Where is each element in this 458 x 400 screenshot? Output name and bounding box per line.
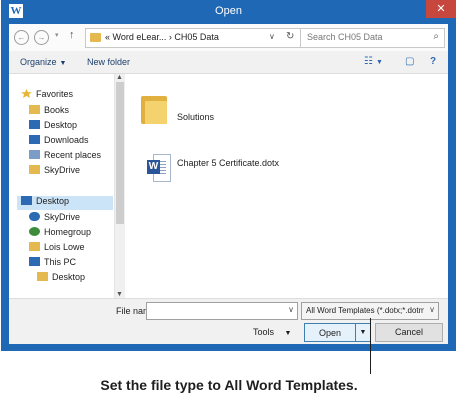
sidebar-item-skydrive-favorite[interactable]: SkyDrive <box>29 165 80 179</box>
sidebar-item-this-pc[interactable]: This PC <box>29 257 76 271</box>
sidebar-item-lois-lowe[interactable]: Lois Lowe <box>29 242 85 256</box>
sidebar-item-label: Desktop <box>52 272 86 282</box>
address-path[interactable]: « Word eLear... › CH05 Data <box>105 32 219 42</box>
address-folder-icon <box>90 33 101 42</box>
callout-line <box>370 318 371 374</box>
scrollbar-thumb[interactable] <box>116 82 124 224</box>
star-icon <box>21 89 32 98</box>
open-label: Open <box>318 328 342 338</box>
desktop-icon <box>21 196 32 205</box>
organize-button[interactable]: Organize ▼ <box>20 57 66 67</box>
file-name: Solutions <box>177 112 215 122</box>
scroll-down-icon[interactable]: ▼ <box>116 291 123 298</box>
cancel-button[interactable]: Cancel <box>375 323 443 342</box>
forward-arrow-icon[interactable]: → <box>34 30 49 45</box>
sidebar-item-label: Homegroup <box>44 227 92 237</box>
file-name-input[interactable]: ∨ <box>146 302 298 320</box>
search-input[interactable]: Search CH05 Data ⌕ <box>300 28 445 48</box>
recent-places-icon <box>29 150 40 159</box>
user-folder-icon <box>29 242 40 251</box>
sidebar-item-label: Downloads <box>44 135 89 145</box>
desktop-icon <box>29 120 40 129</box>
sidebar-item-favorites[interactable]: Favorites <box>21 89 73 103</box>
recent-locations-dropdown-icon[interactable]: ▾ <box>55 31 59 39</box>
navigation-pane: Favorites Books Desktop Downloads Recent… <box>9 74 114 298</box>
navigation-bar: ← → ▾ ↑ « Word eLear... › CH05 Data ∨ ↻ … <box>9 24 448 51</box>
downloads-icon <box>29 135 40 144</box>
address-bar[interactable]: « Word eLear... › CH05 Data ∨ ↻ <box>85 28 309 48</box>
up-arrow-icon[interactable]: ↑ <box>69 29 75 41</box>
open-button[interactable]: Open ▼ <box>304 323 371 342</box>
sidebar-item-label: Desktop <box>36 196 70 206</box>
dialog-body: ← → ▾ ↑ « Word eLear... › CH05 Data ∨ ↻ … <box>9 24 448 344</box>
sidebar-item-label: Desktop <box>44 120 78 130</box>
sidebar-item-recent-places[interactable]: Recent places <box>29 150 101 164</box>
word-document-icon: W <box>147 154 171 182</box>
sidebar-item-label: Books <box>44 105 70 115</box>
figure-caption: Set the file type to All Word Templates. <box>100 377 358 393</box>
sidebar-item-skydrive[interactable]: SkyDrive <box>29 212 80 226</box>
skydrive-folder-icon <box>29 165 40 174</box>
file-name: Chapter 5 Certificate.dotx <box>177 158 280 168</box>
new-folder-button[interactable]: New folder <box>87 57 130 67</box>
computer-icon <box>29 257 40 266</box>
chevron-down-icon[interactable]: ∨ <box>288 305 294 314</box>
sidebar-item-label: This PC <box>44 257 77 267</box>
views-icon: ☷ <box>364 56 373 67</box>
homegroup-icon <box>29 227 40 236</box>
title-bar: W Open ✕ <box>1 0 456 24</box>
search-placeholder: Search CH05 Data <box>307 32 383 42</box>
chevron-down-icon: ▼ <box>59 60 67 67</box>
dialog-footer: File name: ∨ All Word Templates (*.dotx;… <box>9 298 448 344</box>
back-arrow-icon[interactable]: ← <box>14 30 29 45</box>
folder-icon <box>29 105 40 114</box>
chevron-down-icon[interactable]: ∨ <box>429 305 435 314</box>
preview-pane-icon[interactable]: ▢ <box>405 56 414 67</box>
sidebar-item-label: Lois Lowe <box>44 242 85 252</box>
sidebar-item-label: Favorites <box>36 89 74 99</box>
sidebar-item-this-pc-desktop[interactable]: Desktop <box>37 272 85 286</box>
address-dropdown-icon[interactable]: ∨ <box>269 32 275 41</box>
sidebar-item-books[interactable]: Books <box>29 105 69 119</box>
help-icon[interactable]: ? <box>430 56 436 67</box>
file-list: Solutions W Chapter 5 Certificate.dotx <box>125 74 448 298</box>
sidebar-item-homegroup[interactable]: Homegroup <box>29 227 91 241</box>
open-dialog-window: W Open ✕ ← → ▾ ↑ « Word eLear... › CH05 … <box>1 0 456 351</box>
command-toolbar: Organize ▼ New folder ☷ ▼ ▢ ? <box>9 51 448 74</box>
open-options-dropdown-icon[interactable]: ▼ <box>355 324 370 341</box>
sidebar-item-downloads[interactable]: Downloads <box>29 135 89 149</box>
folder-icon <box>37 272 48 281</box>
sidebar-item-desktop[interactable]: Desktop <box>29 120 77 134</box>
sidebar-item-label: SkyDrive <box>44 212 81 222</box>
cloud-icon <box>29 212 40 221</box>
sidebar-item-label: SkyDrive <box>44 165 81 175</box>
chevron-down-icon: ▼ <box>284 330 292 337</box>
organize-label: Organize <box>20 57 57 67</box>
navigation-pane-scrollbar[interactable]: ▲ ▼ <box>114 74 125 298</box>
scroll-up-icon[interactable]: ▲ <box>116 74 123 81</box>
file-type-value: All Word Templates (*.dotx;*.dotm;*.doc.… <box>306 306 424 315</box>
tools-label: Tools <box>253 327 275 337</box>
folder-icon <box>141 94 167 124</box>
tools-button[interactable]: Tools ▼ <box>253 327 291 337</box>
close-button[interactable]: ✕ <box>426 0 456 18</box>
chevron-down-icon: ▼ <box>375 59 383 66</box>
search-icon[interactable]: ⌕ <box>433 31 439 42</box>
refresh-icon[interactable]: ↻ <box>286 31 294 42</box>
window-title: Open <box>215 5 242 17</box>
change-view-icon[interactable]: ☷ ▼ <box>364 56 383 67</box>
sidebar-item-desktop-root[interactable]: Desktop <box>17 196 113 210</box>
sidebar-item-label: Recent places <box>44 150 102 160</box>
